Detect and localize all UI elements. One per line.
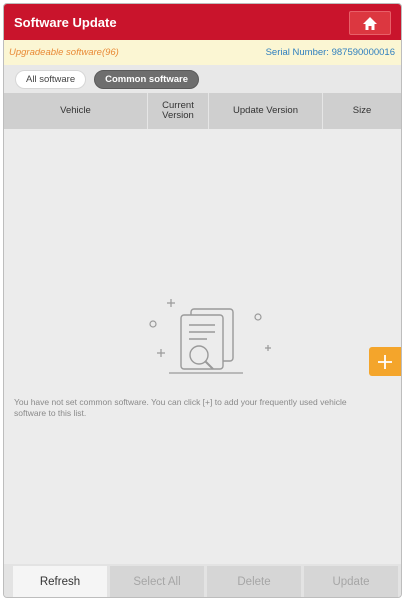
table-header: Vehicle Current Version Update Version S… [4, 93, 401, 129]
serial-number: Serial Number: 987590000016 [266, 47, 395, 58]
column-vehicle: Vehicle [4, 93, 148, 129]
empty-state-message: You have not set common software. You ca… [14, 397, 347, 418]
home-button[interactable] [349, 11, 391, 35]
tab-all-software[interactable]: All software [15, 69, 87, 89]
column-size: Size [352, 104, 372, 116]
title-bar: Software Update [4, 4, 401, 40]
home-icon [363, 16, 377, 30]
page-title: Software Update [14, 14, 117, 30]
delete-button[interactable]: Delete [207, 565, 301, 597]
bottom-action-bar: Refresh Select All Delete Update [4, 564, 401, 597]
software-tabs: All software Common software [4, 65, 401, 93]
upgradeable-count: Upgradeable software(96) [9, 47, 119, 58]
documents-search-icon [149, 299, 271, 374]
refresh-button[interactable]: Refresh [13, 565, 107, 597]
column-update-version: Update Version [209, 93, 323, 129]
select-all-button[interactable]: Select All [110, 565, 204, 597]
plus-icon [378, 354, 392, 369]
software-list[interactable]: You have not set common software. You ca… [4, 129, 401, 564]
software-update-window: Software Update Upgradeable software(96)… [3, 3, 402, 598]
serial-label: Serial Number: [265, 47, 329, 58]
column-current-version: Current Version [148, 93, 209, 129]
add-software-button[interactable] [369, 347, 401, 376]
tab-common-software[interactable]: Common software [94, 69, 199, 89]
info-bar: Upgradeable software(96) Serial Number: … [4, 40, 401, 65]
serial-value: 987590000016 [331, 47, 395, 58]
update-button[interactable]: Update [304, 565, 398, 597]
column-current-version-label: Current Version [162, 99, 194, 121]
